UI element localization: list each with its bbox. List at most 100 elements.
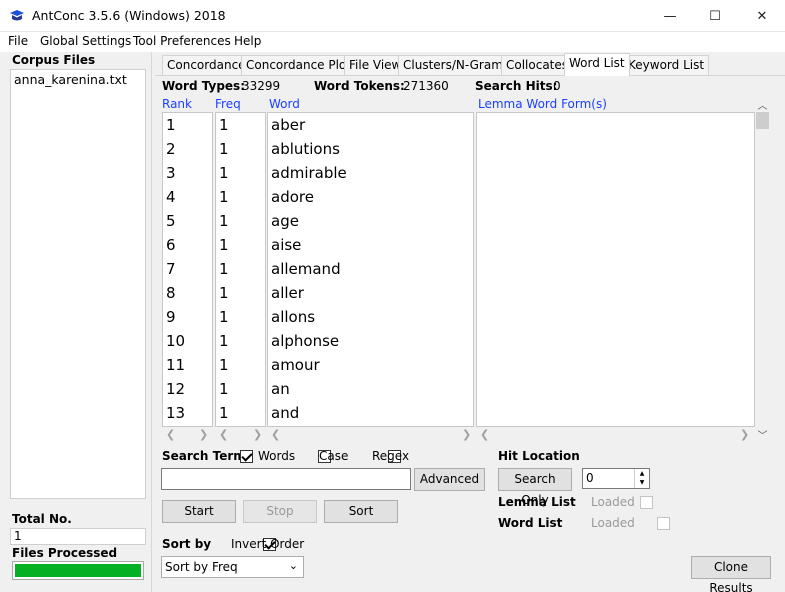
search-term-input[interactable] [161,468,411,490]
freq-cell[interactable]: 1 [216,161,265,185]
rank-cell[interactable]: 8 [163,281,212,305]
freq-list[interactable]: 1111111111111 [215,112,266,427]
menu-file[interactable]: File [8,34,28,48]
advanced-button[interactable]: Advanced [414,468,485,491]
lemma-column-header[interactable]: Lemma Word Form(s) [478,97,607,111]
word-hscroll-left-icon[interactable]: ❮ [271,428,280,442]
word-cell[interactable]: amour [268,353,473,377]
word-cell[interactable]: ablutions [268,137,473,161]
tab-concordance[interactable]: Concordance [162,55,251,75]
lemma-list[interactable] [476,112,755,427]
rank-cell[interactable]: 2 [163,137,212,161]
freq-cell[interactable]: 1 [216,329,265,353]
tab-collocates[interactable]: Collocates [501,55,574,75]
vertical-scrollbar[interactable]: ︿ ﹀ [755,97,770,442]
lemma-loaded-checkbox[interactable] [640,496,654,509]
menu-help[interactable]: Help [234,34,261,48]
word-loaded-checkbox[interactable] [657,517,671,530]
word-list-label: Word List [498,516,563,530]
rank-cell[interactable]: 11 [163,353,212,377]
lemma-hscroll-right-icon[interactable]: ❯ [740,428,749,442]
menu-tool-preferences[interactable]: Tool Preferences [133,34,231,48]
rank-hscroll-left-icon[interactable]: ❮ [166,428,175,442]
rank-cell[interactable]: 12 [163,377,212,401]
rank-list[interactable]: 1 2 3 4 5 6 7 8 9 10 11 12 13 [162,112,213,427]
freq-cell[interactable]: 1 [216,281,265,305]
search-only-button[interactable]: Search Only [498,468,572,507]
tab-keyword-list[interactable]: Keyword List [623,55,710,75]
freq-cell[interactable]: 1 [216,185,265,209]
minimize-button[interactable]: — [647,0,693,32]
freq-cell[interactable]: 1 [216,257,265,281]
rank-column-header[interactable]: Rank [162,97,192,111]
rank-cell[interactable]: 10 [163,329,212,353]
rank-cell[interactable]: 1 [163,113,212,137]
freq-cell[interactable]: 1 [216,137,265,161]
spin-arrows-icon[interactable]: ▲ ▼ [634,469,649,488]
menu-global-settings[interactable]: Global Settings [40,34,131,48]
word-cell[interactable]: admirable [268,161,473,185]
freq-cell[interactable]: 1 [216,113,265,137]
tab-word-list[interactable]: Word List [564,53,630,76]
words-checkbox-label: Words [258,449,296,463]
freq-hscroll-left-icon[interactable]: ❮ [219,428,228,442]
word-cell[interactable]: allemand [268,257,473,281]
rank-cell[interactable]: 7 [163,257,212,281]
freq-cell[interactable]: 1 [216,209,265,233]
freq-cell[interactable]: 1 [216,233,265,257]
case-checkbox-label: Case [319,449,349,463]
total-no-label: Total No. [12,512,72,526]
word-cell[interactable]: allons [268,305,473,329]
word-cell[interactable]: aise [268,233,473,257]
corpus-file-list[interactable]: anna_karenina.txt [10,69,146,499]
freq-hscroll-right-icon[interactable]: ❯ [253,428,262,442]
sort-by-select[interactable]: Sort by Freq ⌄ [161,556,304,578]
word-cell[interactable]: alphonse [268,329,473,353]
rank-hscroll-right-icon[interactable]: ❯ [199,428,208,442]
freq-cell[interactable]: 1 [216,377,265,401]
vertical-scroll-thumb[interactable] [756,112,769,129]
tab-concordance-plot[interactable]: Concordance Plot [241,55,356,75]
word-types-label: Word Types: [162,79,245,93]
freq-cell[interactable]: 1 [216,401,265,425]
start-button[interactable]: Start [162,500,236,523]
word-cell[interactable]: aber [268,113,473,137]
search-hits-label: Search Hits: [475,79,558,93]
word-cell[interactable]: an [268,377,473,401]
word-list[interactable]: aber ablutions admirable adore age aise allema… [267,112,474,427]
scroll-down-icon[interactable]: ﹀ [755,427,770,442]
word-cell[interactable]: adore [268,185,473,209]
freq-cell[interactable]: 1 [216,305,265,329]
rank-cell[interactable]: 6 [163,233,212,257]
invert-order-label: Invert Order [231,537,305,551]
maximize-button[interactable]: ☐ [692,0,738,32]
close-icon: ✕ [756,8,768,24]
tab-clusters-ngrams[interactable]: Clusters/N-Grams [398,55,515,75]
scroll-up-icon[interactable]: ︿ [755,97,770,112]
rank-cell[interactable]: 4 [163,185,212,209]
word-cell[interactable]: aller [268,281,473,305]
rank-cell[interactable]: 13 [163,401,212,425]
files-processed-progress-bar [12,561,144,580]
word-cell[interactable]: and [268,401,473,425]
hit-location-spinner[interactable]: 0 ▲ ▼ [582,468,650,489]
word-column-header[interactable]: Word [269,97,300,111]
word-hscroll-right-icon[interactable]: ❯ [462,428,471,442]
word-cell[interactable]: age [268,209,473,233]
word-loaded-label: Loaded [591,516,635,530]
sort-button[interactable]: Sort [324,500,398,523]
freq-cell[interactable]: 1 [216,353,265,377]
lemma-hscroll-left-icon[interactable]: ❮ [480,428,489,442]
sort-by-label: Sort by [162,537,212,551]
rank-cell[interactable]: 5 [163,209,212,233]
rank-cell[interactable]: 9 [163,305,212,329]
freq-column-header[interactable]: Freq [215,97,241,111]
clone-results-button[interactable]: Clone Results [691,556,771,592]
rank-cell[interactable]: 3 [163,161,212,185]
corpus-file-item[interactable]: anna_karenina.txt [11,70,145,89]
words-checkbox[interactable] [240,450,253,463]
corpus-files-label: Corpus Files [12,53,96,67]
stop-button[interactable]: Stop [243,500,317,523]
close-button[interactable]: ✕ [739,0,785,32]
maximize-icon: ☐ [709,8,721,24]
